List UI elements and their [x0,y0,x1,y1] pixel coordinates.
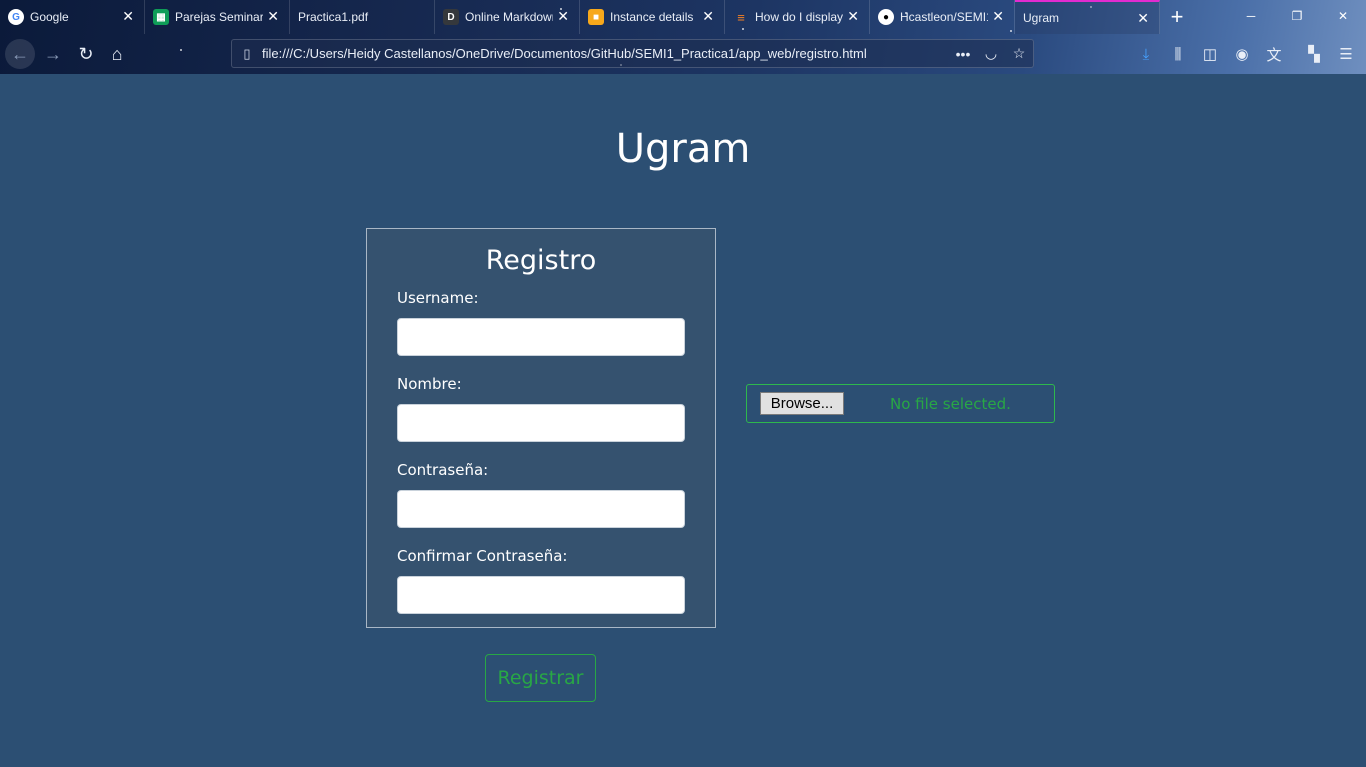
reload-button[interactable]: ↻ [71,39,101,69]
address-bar[interactable]: ▯ file:///C:/Users/Heidy Castellanos/One… [231,39,1034,68]
browse-button[interactable]: Browse... [760,392,844,415]
close-icon[interactable]: ✕ [1137,11,1149,25]
home-button[interactable]: ⌂ [102,39,132,69]
register-button[interactable]: Registrar [485,654,596,702]
tab-ugram[interactable]: Ugram ✕ [1015,0,1160,34]
tab-google[interactable]: G Google ✕ [0,0,145,34]
tab-title: Ugram [1023,11,1060,25]
confirm-password-input[interactable] [397,576,685,614]
close-icon[interactable]: ✕ [992,9,1004,23]
sidebar-icon[interactable]: ◫ [1198,42,1222,66]
tab-github[interactable]: ● Hcastleon/SEMI1 ✕ [870,0,1015,34]
menu-icon[interactable]: ☰ [1334,42,1358,66]
account-icon[interactable]: ◉ [1230,42,1254,66]
browser-chrome: G Google ✕ ▦ Parejas Seminario ✕ Practic… [0,0,1366,74]
page-content: Ugram Registro Username: Nombre: Contras… [0,74,1366,767]
extensions-icon[interactable]: ▚ [1302,42,1326,66]
nombre-input[interactable] [397,404,685,442]
file-input[interactable]: Browse... No file selected. [746,384,1055,423]
app-title: Ugram [615,126,751,172]
tab-how-do-i-display[interactable]: ≡ How do I display ✕ [725,0,870,34]
registration-form: Registro Username: Nombre: Contraseña: C… [366,228,716,628]
navigation-toolbar: ← → ↻ ⌂ ▯ file:///C:/Users/Heidy Castell… [0,34,1366,74]
aws-icon: ■ [588,9,604,25]
tab-title: Hcastleon/SEMI1 [900,10,988,24]
back-button[interactable]: ← [5,39,35,69]
tab-title: Practica1.pdf [298,10,369,24]
tab-strip: G Google ✕ ▦ Parejas Seminario ✕ Practic… [0,0,1366,34]
confirm-password-label: Confirmar Contraseña: [397,547,568,565]
minimize-button[interactable]: ─ [1228,0,1274,32]
tab-title: Online Markdown [465,10,553,24]
page-actions-icon[interactable]: ••• [949,46,977,62]
new-tab-button[interactable]: + [1160,0,1194,34]
close-window-button[interactable]: ✕ [1320,0,1366,32]
library-icon[interactable]: ⫼ [1166,42,1190,66]
google-icon: G [8,9,24,25]
password-label: Contraseña: [397,461,489,479]
username-label: Username: [397,289,479,307]
window-controls: ─ ❐ ✕ [1228,0,1366,32]
tab-title: Parejas Seminario [175,10,263,24]
tab-title: Google [30,10,69,24]
username-input[interactable] [397,318,685,356]
close-icon[interactable]: ✕ [557,9,569,23]
file-status: No file selected. [890,394,1011,413]
page-icon: ▯ [243,45,251,61]
pocket-icon[interactable]: ◡ [977,45,1005,62]
close-icon[interactable]: ✕ [702,9,714,23]
tab-title: How do I display [755,10,843,24]
tab-instance-details[interactable]: ■ Instance details ✕ [580,0,725,34]
close-icon[interactable]: ✕ [847,9,859,23]
bookmark-star-icon[interactable]: ☆ [1005,45,1033,62]
translate-icon[interactable]: 文 [1262,42,1286,66]
github-icon: ● [878,9,894,25]
stackoverflow-icon: ≡ [737,9,745,25]
form-title: Registro [485,245,597,276]
tab-online-markdown[interactable]: D Online Markdown ✕ [435,0,580,34]
nombre-label: Nombre: [397,375,462,393]
tab-parejas[interactable]: ▦ Parejas Seminario ✕ [145,0,290,34]
tab-title: Instance details [610,10,694,24]
url-text[interactable]: file:///C:/Users/Heidy Castellanos/OneDr… [260,46,949,61]
sheets-icon: ▦ [153,9,169,25]
password-input[interactable] [397,490,685,528]
close-icon[interactable]: ✕ [122,9,134,23]
restore-button[interactable]: ❐ [1274,0,1320,32]
downloads-icon[interactable]: ⤓ [1134,42,1158,66]
dillinger-icon: D [443,9,459,25]
tab-practica-pdf[interactable]: Practica1.pdf [290,0,435,34]
close-icon[interactable]: ✕ [267,9,279,23]
forward-button[interactable]: → [38,39,68,69]
